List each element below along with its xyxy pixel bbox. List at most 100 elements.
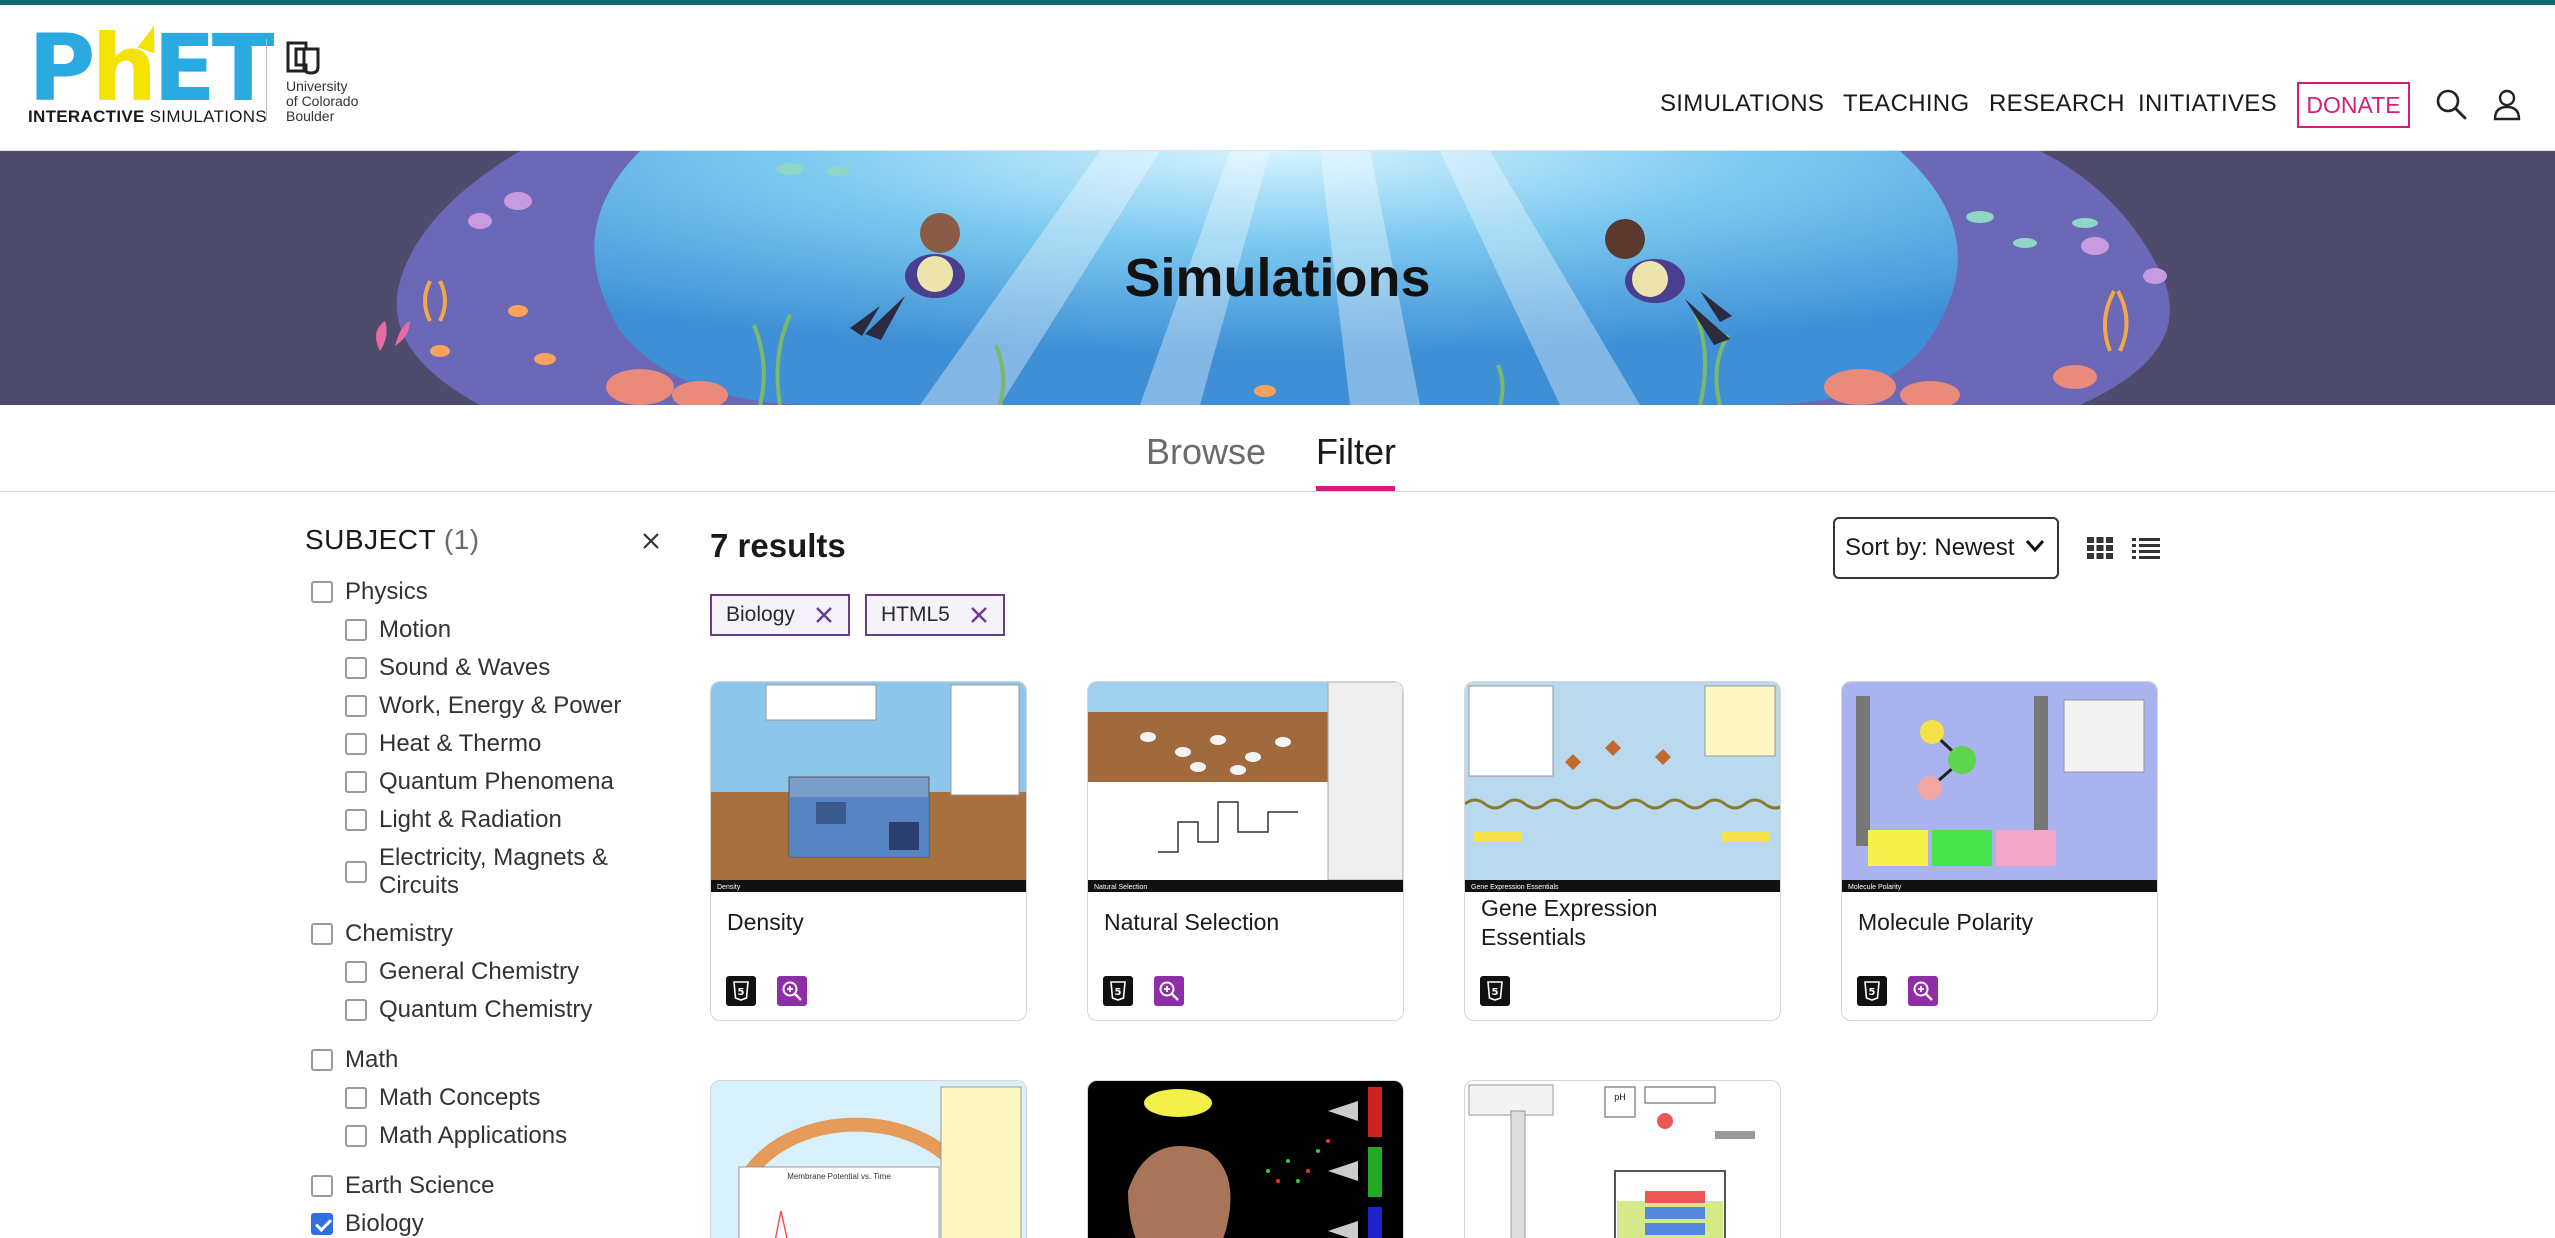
sim-thumbnail: pH xyxy=(1465,1081,1780,1238)
remove-filter-icon[interactable] xyxy=(813,604,835,626)
chevron-down-icon xyxy=(2025,540,2045,553)
user-icon[interactable] xyxy=(2490,87,2524,121)
filter-motion[interactable]: Motion xyxy=(345,616,451,644)
cu-line-2: of Colorado xyxy=(286,93,359,109)
remove-filter-icon[interactable] xyxy=(968,604,990,626)
nav-initiatives[interactable]: INITIATIVES xyxy=(2138,90,2277,118)
sim-card-ph-scale[interactable]: pH xyxy=(1464,1080,1781,1238)
nav-teaching[interactable]: TEACHING xyxy=(1843,90,1969,118)
filter-physics[interactable]: Physics xyxy=(311,578,428,606)
zoom-icon[interactable] xyxy=(1154,976,1184,1006)
sort-select[interactable]: Sort by: Newest xyxy=(1833,517,2059,579)
filter-chemistry[interactable]: Chemistry xyxy=(311,920,453,948)
filter-label: Math xyxy=(345,1046,399,1073)
filter-math-concepts[interactable]: Math Concepts xyxy=(345,1084,540,1112)
checkbox[interactable] xyxy=(311,1049,333,1071)
filter-general-chemistry[interactable]: General Chemistry xyxy=(345,958,579,986)
list-view-icon[interactable] xyxy=(2131,535,2161,561)
filter-math-applications[interactable]: Math Applications xyxy=(345,1122,567,1150)
filter-heat-thermo[interactable]: Heat & Thermo xyxy=(345,730,541,758)
sim-card-natural-selection[interactable]: Natural Selection Natural Selection 5 xyxy=(1087,681,1404,1021)
filter-quantum-phenomena[interactable]: Quantum Phenomena xyxy=(345,768,614,796)
checkbox[interactable] xyxy=(345,657,367,679)
filter-electricity-magnets-circuits[interactable]: Electricity, Magnets & Circuits xyxy=(345,844,608,900)
svg-text:5: 5 xyxy=(1115,987,1122,998)
checkbox[interactable] xyxy=(345,619,367,641)
sim-card-density[interactable]: Density Density 5 xyxy=(710,681,1027,1021)
donate-button[interactable]: DONATE xyxy=(2297,82,2410,128)
sim-card-color-vision[interactable] xyxy=(1087,1080,1404,1238)
filter-label: Math Applications xyxy=(379,1122,568,1149)
checkbox[interactable] xyxy=(345,1087,367,1109)
html5-icon: 5 xyxy=(1857,976,1887,1006)
filter-label: Sound & Waves xyxy=(379,654,551,681)
close-icon[interactable] xyxy=(638,528,664,554)
cu-boulder-logo[interactable]: University of Colorado Boulder xyxy=(284,39,404,129)
sim-thumbnail xyxy=(1088,1081,1403,1238)
html5-icon: 5 xyxy=(1103,976,1133,1006)
logo-subtitle: INTERACTIVE SIMULATIONS xyxy=(28,107,267,127)
sort-label: Sort by: xyxy=(1845,534,1928,561)
sim-card-neuron[interactable]: Membrane Potential vs. Time xyxy=(710,1080,1027,1238)
phet-logo[interactable]: PhET INTERACTIVE SIMULATIONS xyxy=(28,23,275,128)
filter-label-line-2: Circuits xyxy=(379,872,460,899)
filter-earth-science[interactable]: Earth Science xyxy=(311,1172,494,1200)
sim-card-molecule-polarity[interactable]: Molecule Polarity Molecule Polarity 5 xyxy=(1841,681,2158,1021)
checkbox[interactable] xyxy=(311,1175,333,1197)
filter-label: Quantum Chemistry xyxy=(379,996,593,1023)
thumb-caption: pH xyxy=(1614,1092,1626,1102)
thumb-caption: Gene Expression Essentials xyxy=(1471,884,1559,891)
tab-browse[interactable]: Browse xyxy=(1146,431,1266,473)
checkbox-checked[interactable] xyxy=(311,1213,333,1235)
svg-text:5: 5 xyxy=(738,987,745,998)
checkbox[interactable] xyxy=(345,861,367,883)
thumb-caption: Membrane Potential vs. Time xyxy=(787,1172,891,1181)
filter-label: Motion xyxy=(379,616,452,643)
nav-research[interactable]: RESEARCH xyxy=(1989,90,2125,118)
checkbox[interactable] xyxy=(345,771,367,793)
logo-sub-light: SIMULATIONS xyxy=(149,107,267,126)
checkbox[interactable] xyxy=(345,961,367,983)
filter-work-energy-power[interactable]: Work, Energy & Power xyxy=(345,692,621,720)
tab-filter[interactable]: Filter xyxy=(1316,431,1396,473)
filter-biology[interactable]: Biology xyxy=(311,1210,424,1238)
nav-simulations[interactable]: SIMULATIONS xyxy=(1660,90,1824,118)
zoom-icon[interactable] xyxy=(1908,976,1938,1006)
checkbox[interactable] xyxy=(311,581,333,603)
filter-label: Chemistry xyxy=(345,920,454,947)
sim-thumbnail: Density xyxy=(711,682,1026,892)
svg-text:5: 5 xyxy=(1492,987,1499,998)
sim-thumbnail: Membrane Potential vs. Time xyxy=(711,1081,1026,1238)
zoom-icon[interactable] xyxy=(777,976,807,1006)
checkbox[interactable] xyxy=(345,695,367,717)
checkbox[interactable] xyxy=(311,923,333,945)
cu-text: University of Colorado Boulder xyxy=(286,79,358,124)
filter-light-radiation[interactable]: Light & Radiation xyxy=(345,806,562,834)
html5-icon: 5 xyxy=(1480,976,1510,1006)
subject-filter-title: SUBJECT (1) xyxy=(305,524,480,556)
filter-math[interactable]: Math xyxy=(311,1046,398,1074)
checkbox[interactable] xyxy=(345,733,367,755)
checkbox[interactable] xyxy=(345,1125,367,1147)
thumb-caption: Natural Selection xyxy=(1094,884,1147,891)
sim-title-line-2: Essentials xyxy=(1481,924,1586,950)
thumb-caption: Molecule Polarity xyxy=(1848,884,1902,891)
cu-line-1: University xyxy=(286,78,348,94)
sim-title-line-1: Gene Expression xyxy=(1481,895,1658,921)
html5-icon: 5 xyxy=(726,976,756,1006)
checkbox[interactable] xyxy=(345,999,367,1021)
checkbox[interactable] xyxy=(345,809,367,831)
filter-label: Light & Radiation xyxy=(379,806,562,833)
filter-label: Physics xyxy=(345,578,428,605)
grid-view-icon[interactable] xyxy=(2085,535,2115,561)
filter-sound-waves[interactable]: Sound & Waves xyxy=(345,654,550,682)
thumb-caption: Density xyxy=(717,884,741,891)
simulations-banner: Simulations xyxy=(0,151,2555,405)
sim-thumbnail: Molecule Polarity xyxy=(1842,682,2157,892)
filter-quantum-chemistry[interactable]: Quantum Chemistry xyxy=(345,996,592,1024)
search-icon[interactable] xyxy=(2434,87,2468,121)
cu-icon xyxy=(286,41,320,75)
results-count: 7 results xyxy=(710,527,846,564)
sim-card-gene-expression-essentials[interactable]: Gene Expression Essentials Gene Expressi… xyxy=(1464,681,1781,1021)
svg-text:5: 5 xyxy=(1869,987,1876,998)
